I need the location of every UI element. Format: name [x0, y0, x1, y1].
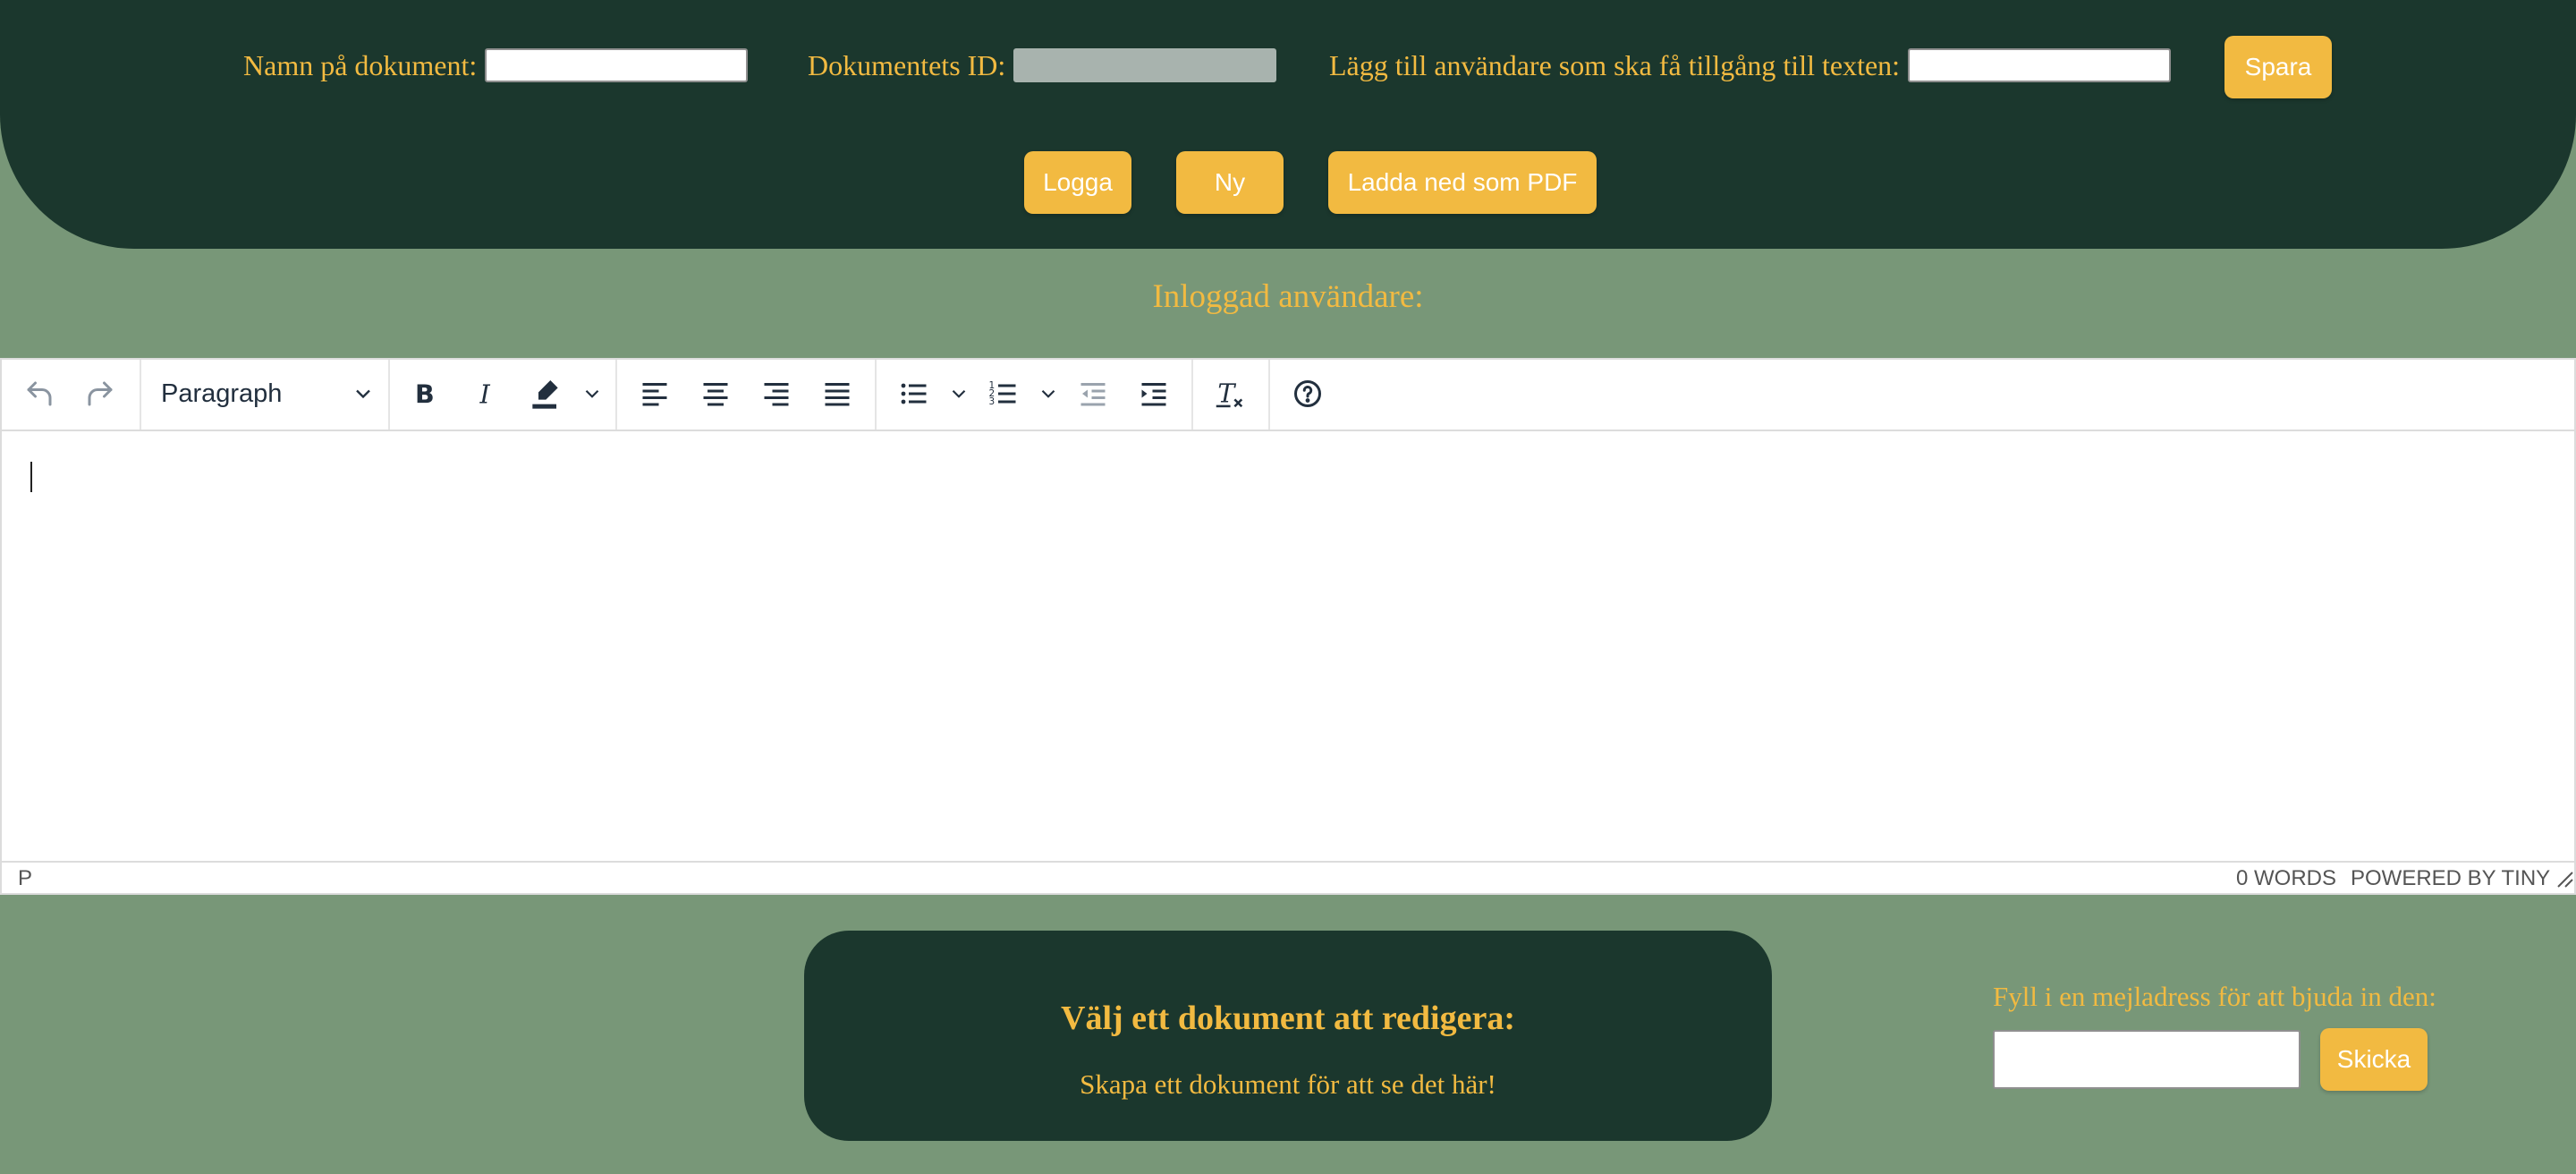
block-format-value: Paragraph [161, 379, 283, 408]
logged-in-user-label: Inloggad användare: [1152, 278, 1424, 315]
clear-format-icon[interactable]: T [1209, 374, 1249, 413]
doc-name-input[interactable] [485, 48, 748, 82]
document-list-title: Välj ett dokument att redigera: [1061, 1000, 1515, 1037]
align-left-icon[interactable] [635, 374, 674, 413]
undo-icon[interactable] [20, 374, 59, 413]
chevron-down-icon[interactable] [1030, 374, 1066, 413]
invite-label: Fyll i en mejladress för att bjuda in de… [1993, 981, 2436, 1012]
svg-text:T: T [1217, 379, 1236, 409]
toolbar-separator [140, 360, 141, 430]
log-button[interactable]: Logga [1024, 151, 1131, 214]
numbered-list-icon[interactable]: 123 [984, 374, 1023, 413]
outdent-icon[interactable] [1073, 374, 1113, 413]
element-path[interactable]: P [18, 866, 32, 891]
resize-handle-icon[interactable] [2556, 870, 2574, 895]
svg-text:I: I [479, 380, 491, 410]
block-format-select[interactable]: Paragraph [161, 374, 376, 413]
new-document-button[interactable]: Ny [1176, 151, 1284, 214]
text-cursor [30, 462, 32, 492]
download-pdf-button[interactable]: Ladda ned som PDF [1328, 151, 1597, 214]
redo-icon[interactable] [80, 374, 120, 413]
editor-toolbar: Paragraph B I 1 2 3 T [2, 360, 2574, 431]
bold-icon[interactable]: B [406, 374, 445, 413]
editor-content-area[interactable] [2, 431, 2574, 861]
toolbar-separator [1268, 360, 1270, 430]
top-header: Namn på dokument: Dokumentets ID: Lägg t… [0, 0, 2576, 249]
align-right-icon[interactable] [757, 374, 796, 413]
send-invite-button[interactable]: Skicka [2320, 1028, 2428, 1091]
chevron-down-icon [351, 374, 376, 425]
word-count[interactable]: 0 WORDS [2236, 866, 2336, 891]
italic-icon[interactable]: I [467, 374, 506, 413]
highlight-icon[interactable] [528, 374, 567, 413]
toolbar-separator [388, 360, 390, 430]
toolbar-separator [875, 360, 877, 430]
document-list-empty-text: Skapa ett dokument för att se det här! [1080, 1068, 1496, 1100]
chevron-down-icon[interactable] [941, 374, 977, 413]
indent-icon[interactable] [1134, 374, 1174, 413]
document-form-row: Namn på dokument: Dokumentets ID: Lägg t… [0, 36, 2576, 98]
doc-name-label: Namn på dokument: [243, 49, 478, 81]
document-list-panel: Välj ett dokument att redigera: Skapa et… [804, 931, 1772, 1141]
justify-icon[interactable] [818, 374, 857, 413]
doc-id-label: Dokumentets ID: [808, 49, 1006, 81]
bullet-list-icon[interactable] [894, 374, 934, 413]
svg-text:3: 3 [989, 396, 996, 407]
align-center-icon[interactable] [696, 374, 735, 413]
help-icon[interactable] [1288, 374, 1327, 413]
invite-email-input[interactable] [1993, 1030, 2301, 1089]
rich-text-editor: Paragraph B I 1 2 3 T P 0 WORDS POWERED … [0, 358, 2576, 895]
svg-text:B: B [415, 380, 435, 410]
doc-id-input [1013, 48, 1276, 82]
powered-by-link[interactable]: POWERED BY TINY [2351, 866, 2550, 891]
add-user-label: Lägg till användare som ska få tillgång … [1329, 49, 1901, 81]
toolbar-separator [1191, 360, 1193, 430]
toolbar-separator [615, 360, 617, 430]
editor-statusbar: P 0 WORDS POWERED BY TINY [2, 861, 2574, 893]
save-button[interactable]: Spara [2224, 36, 2332, 98]
chevron-down-icon[interactable] [574, 374, 610, 413]
add-user-input[interactable] [1908, 48, 2171, 82]
